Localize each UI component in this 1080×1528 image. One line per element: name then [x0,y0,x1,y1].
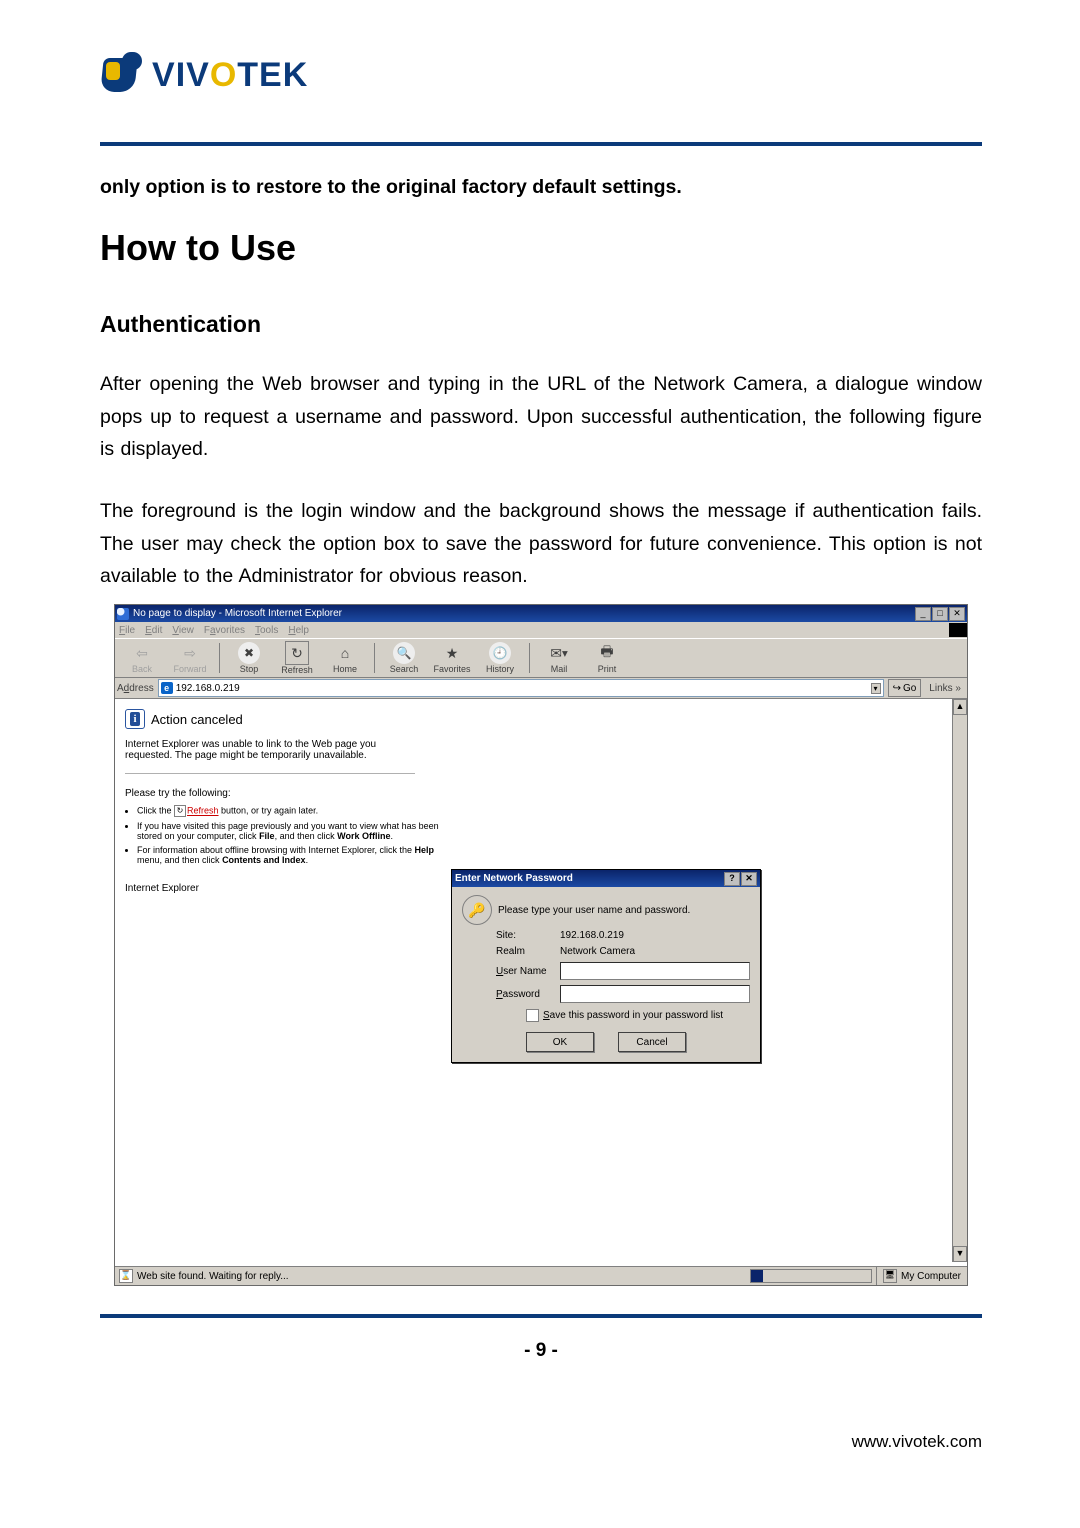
page-number: - 9 - [100,1340,982,1362]
stop-button[interactable]: ✖Stop [228,642,270,674]
paragraph-1: After opening the Web browser and typing… [100,368,982,465]
dialog-close-button[interactable]: ✕ [741,872,757,886]
address-input[interactable]: e 192.168.0.219 ▾ [158,679,884,697]
username-input[interactable] [560,962,750,980]
ie-brand-box [949,623,967,637]
status-text: Web site found. Waiting for reply... [137,1271,289,1282]
cancel-button[interactable]: Cancel [618,1032,686,1052]
menu-file[interactable]: File [119,625,135,636]
username-label: User Name [496,966,554,977]
ie-page-icon: e [161,682,173,694]
menu-view[interactable]: View [172,625,194,636]
realm-label: Realm [496,946,554,957]
dialog-titlebar: Enter Network Password ? ✕ [452,870,760,887]
tip-help: For information about offline browsing w… [137,845,457,865]
dialog-message: Please type your user name and password. [498,905,690,916]
ok-button[interactable]: OK [526,1032,594,1052]
site-label: Site: [496,930,554,941]
address-label: Address [117,683,154,694]
tip-refresh: Click the ↻Refresh button, or try again … [137,805,457,817]
favorites-button[interactable]: ★Favorites [431,642,473,674]
forward-button[interactable]: ⇨Forward [169,642,211,674]
bottom-rule [100,1314,982,1318]
footer-url: www.vivotek.com [852,1432,982,1452]
vertical-scrollbar[interactable]: ▲ ▼ [952,699,967,1262]
computer-icon: 🖥 [883,1269,897,1283]
links-label[interactable]: Links » [925,683,965,694]
close-button[interactable]: ✕ [949,607,965,621]
paragraph-2: The foreground is the login window and t… [100,495,982,592]
menu-tools[interactable]: Tools [255,625,278,636]
divider [125,773,415,774]
status-bar: ⌛ Web site found. Waiting for reply... 🖥… [115,1266,967,1285]
minimize-button[interactable]: _ [915,607,931,621]
logo-mark [100,52,146,98]
save-password-checkbox[interactable] [526,1009,539,1022]
auth-dialog: Enter Network Password ? ✕ 🔑 Please type… [451,869,761,1063]
site-value: 192.168.0.219 [560,930,624,941]
address-bar: Address e 192.168.0.219 ▾ ↪Go Links » [115,678,967,699]
lead-sentence: only option is to restore to the origina… [100,172,982,203]
save-password-label: Save this password in your password list [543,1010,723,1021]
brand-logo: VIVOTEK [100,52,982,98]
toolbar: ⇦Back ⇨Forward ✖Stop ↻Refresh ⌂Home 🔍Sea… [115,638,967,678]
menu-favorites[interactable]: Favorites [204,625,245,636]
keys-icon: 🔑 [462,895,492,925]
go-button[interactable]: ↪Go [888,679,922,697]
scroll-up-icon[interactable]: ▲ [953,699,967,715]
menu-edit[interactable]: Edit [145,625,162,636]
tip-refresh-icon: ↻ [174,805,186,817]
print-button[interactable]: 🖶Print [586,642,628,674]
scroll-down-icon[interactable]: ▼ [953,1246,967,1262]
dialog-title: Enter Network Password [455,873,573,884]
back-button[interactable]: ⇦Back [121,642,163,674]
tip-offline-file: If you have visited this page previously… [137,821,457,841]
refresh-button[interactable]: ↻Refresh [276,641,318,675]
window-title: No page to display - Microsoft Internet … [133,608,342,619]
try-heading: Please try the following: [125,788,231,799]
ie-icon [117,608,129,620]
ie-window: No page to display - Microsoft Internet … [114,604,968,1286]
heading-how-to-use: How to Use [100,227,982,269]
password-input[interactable] [560,985,750,1003]
error-heading: Action canceled [151,712,243,727]
error-description: Internet Explorer was unable to link to … [125,739,415,761]
window-titlebar: No page to display - Microsoft Internet … [115,605,967,622]
address-value: 192.168.0.219 [176,683,868,694]
menu-help[interactable]: Help [288,625,309,636]
progress-bar [750,1269,872,1283]
logo-text: VIVOTEK [152,58,308,92]
mail-button[interactable]: ✉▾Mail [538,642,580,674]
dialog-help-button[interactable]: ? [724,872,740,886]
maximize-button[interactable]: □ [932,607,948,621]
info-icon: i [125,709,145,729]
address-dropdown-icon[interactable]: ▾ [871,683,881,694]
hourglass-icon: ⌛ [119,1269,133,1283]
search-button[interactable]: 🔍Search [383,642,425,674]
home-button[interactable]: ⌂Home [324,642,366,674]
refresh-link[interactable]: Refresh [187,806,219,816]
history-button[interactable]: 🕘History [479,642,521,674]
password-label: Password [496,989,554,1000]
menu-bar: File Edit View Favorites Tools Help [115,622,967,638]
security-zone: 🖥 My Computer [876,1267,967,1285]
realm-value: Network Camera [560,946,635,957]
heading-authentication: Authentication [100,311,982,338]
